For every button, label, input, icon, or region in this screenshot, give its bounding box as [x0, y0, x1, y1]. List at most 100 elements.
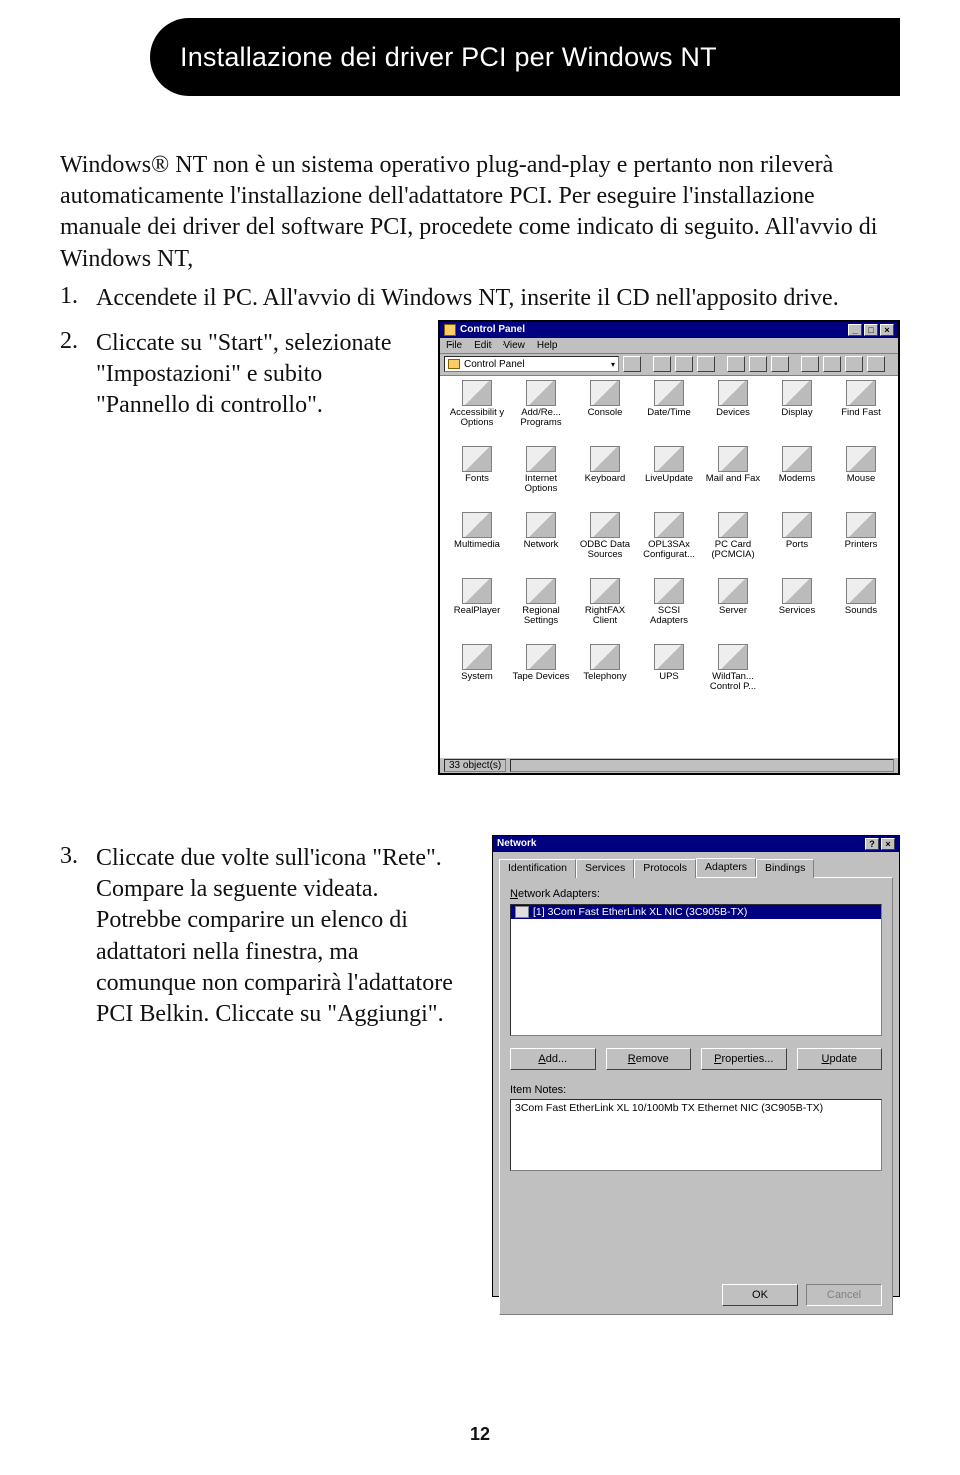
cp-item-icon — [462, 380, 492, 406]
cp-item[interactable]: Sounds — [830, 578, 892, 640]
cp-item[interactable]: Regional Settings — [510, 578, 572, 640]
update-button[interactable]: Update — [797, 1048, 883, 1070]
cp-item[interactable]: SCSI Adapters — [638, 578, 700, 640]
list-item[interactable]: [1] 3Com Fast EtherLink XL NIC (3C905B-T… — [511, 905, 881, 919]
cp-item[interactable]: Add/Re... Programs — [510, 380, 572, 442]
menu-help[interactable]: Help — [537, 340, 558, 351]
up-button[interactable] — [623, 356, 641, 372]
folder-icon — [448, 359, 460, 369]
cp-item[interactable]: System — [446, 644, 508, 706]
tab-adapters[interactable]: Adapters — [696, 858, 756, 877]
cp-item[interactable]: Keyboard — [574, 446, 636, 508]
address-dropdown[interactable]: Control Panel ▾ — [444, 356, 619, 372]
cp-item[interactable]: Ports — [766, 512, 828, 574]
cp-item-icon — [782, 512, 812, 538]
intro-paragraph: Windows® NT non è un sistema operativo p… — [60, 150, 900, 275]
tab-bindings[interactable]: Bindings — [756, 859, 814, 878]
tab-services[interactable]: Services — [576, 859, 634, 878]
copy-button[interactable] — [675, 356, 693, 372]
menu-edit[interactable]: Edit — [474, 340, 491, 351]
step-text: Accendete il PC. All'avvio di Windows NT… — [96, 283, 839, 314]
cp-item-label: Multimedia — [454, 540, 500, 550]
cp-item[interactable]: Date/Time — [638, 380, 700, 442]
cp-item-icon — [782, 380, 812, 406]
cancel-button[interactable]: Cancel — [806, 1284, 882, 1306]
menu-file[interactable]: File — [446, 340, 462, 351]
delete-button[interactable] — [749, 356, 767, 372]
toolbar: Control Panel ▾ — [440, 354, 898, 376]
cp-item-icon — [590, 512, 620, 538]
cp-item[interactable]: Modems — [766, 446, 828, 508]
tab-panel: Network Adapters: [1] 3Com Fast EtherLin… — [499, 877, 893, 1315]
cp-item-label: Keyboard — [585, 474, 626, 484]
page-title: Installazione dei driver PCI per Windows… — [180, 42, 717, 73]
window-titlebar[interactable]: Control Panel _ □ × — [440, 322, 898, 338]
cp-item-label: Regional Settings — [510, 606, 572, 626]
view-large-button[interactable] — [801, 356, 819, 372]
cp-item-label: System — [461, 672, 493, 682]
adapters-label: Network Adapters: — [510, 888, 882, 900]
view-small-button[interactable] — [823, 356, 841, 372]
close-button[interactable]: × — [880, 324, 894, 336]
add-button[interactable]: Add... — [510, 1048, 596, 1070]
close-button[interactable]: × — [881, 838, 895, 850]
adapter-icon — [515, 906, 529, 918]
view-details-button[interactable] — [867, 356, 885, 372]
cp-item-icon — [526, 644, 556, 670]
cp-item[interactable]: ODBC Data Sources — [574, 512, 636, 574]
cp-item[interactable]: Tape Devices — [510, 644, 572, 706]
cut-button[interactable] — [653, 356, 671, 372]
adapters-list[interactable]: [1] 3Com Fast EtherLink XL NIC (3C905B-T… — [510, 904, 882, 1036]
step-3: 3. Cliccate due volte sull'icona "Rete".… — [60, 843, 460, 1030]
step-number: 3. — [60, 843, 96, 1030]
ok-button[interactable]: OK — [722, 1284, 798, 1306]
cp-item[interactable]: WildTan... Control P... — [702, 644, 764, 706]
cp-item[interactable]: Multimedia — [446, 512, 508, 574]
cp-item[interactable]: Printers — [830, 512, 892, 574]
cp-item[interactable]: Accessibilit y Options — [446, 380, 508, 442]
cp-item[interactable]: Devices — [702, 380, 764, 442]
minimize-button[interactable]: _ — [848, 324, 862, 336]
help-button[interactable]: ? — [865, 838, 879, 850]
cp-item[interactable]: UPS — [638, 644, 700, 706]
cp-item-label: Fonts — [465, 474, 489, 484]
cp-item[interactable]: Telephony — [574, 644, 636, 706]
properties-button[interactable] — [771, 356, 789, 372]
cp-item-label: Devices — [716, 408, 750, 418]
dialog-titlebar[interactable]: Network ? × — [493, 836, 899, 852]
cp-item-icon — [782, 446, 812, 472]
icon-grid: Accessibilit y OptionsAdd/Re... Programs… — [440, 376, 898, 757]
undo-button[interactable] — [727, 356, 745, 372]
menu-bar[interactable]: File Edit View Help — [440, 338, 898, 354]
cp-item[interactable]: OPL3SAx Configurat... — [638, 512, 700, 574]
cp-item-label: RightFAX Client — [574, 606, 636, 626]
view-list-button[interactable] — [845, 356, 863, 372]
cp-item-label: Telephony — [583, 672, 626, 682]
cp-item[interactable]: Services — [766, 578, 828, 640]
menu-view[interactable]: View — [503, 340, 525, 351]
cp-item[interactable]: Fonts — [446, 446, 508, 508]
cp-item[interactable]: Mail and Fax — [702, 446, 764, 508]
cp-item[interactable]: Find Fast — [830, 380, 892, 442]
cp-item-icon — [590, 644, 620, 670]
cp-item-icon — [846, 578, 876, 604]
cp-item-icon — [718, 644, 748, 670]
maximize-button[interactable]: □ — [864, 324, 878, 336]
remove-button[interactable]: Remove — [606, 1048, 692, 1070]
cp-item[interactable]: LiveUpdate — [638, 446, 700, 508]
cp-item[interactable]: Network — [510, 512, 572, 574]
paste-button[interactable] — [697, 356, 715, 372]
cp-item[interactable]: PC Card (PCMCIA) — [702, 512, 764, 574]
cp-item[interactable]: Display — [766, 380, 828, 442]
tab-identification[interactable]: Identification — [499, 859, 576, 878]
step-number: 1. — [60, 283, 96, 314]
cp-item[interactable]: Server — [702, 578, 764, 640]
properties-button[interactable]: Properties... — [701, 1048, 787, 1070]
tab-protocols[interactable]: Protocols — [634, 859, 696, 878]
cp-item[interactable]: Console — [574, 380, 636, 442]
cp-item[interactable]: Internet Options — [510, 446, 572, 508]
item-notes-label: Item Notes: — [510, 1084, 882, 1096]
cp-item[interactable]: RealPlayer — [446, 578, 508, 640]
cp-item[interactable]: Mouse — [830, 446, 892, 508]
cp-item[interactable]: RightFAX Client — [574, 578, 636, 640]
